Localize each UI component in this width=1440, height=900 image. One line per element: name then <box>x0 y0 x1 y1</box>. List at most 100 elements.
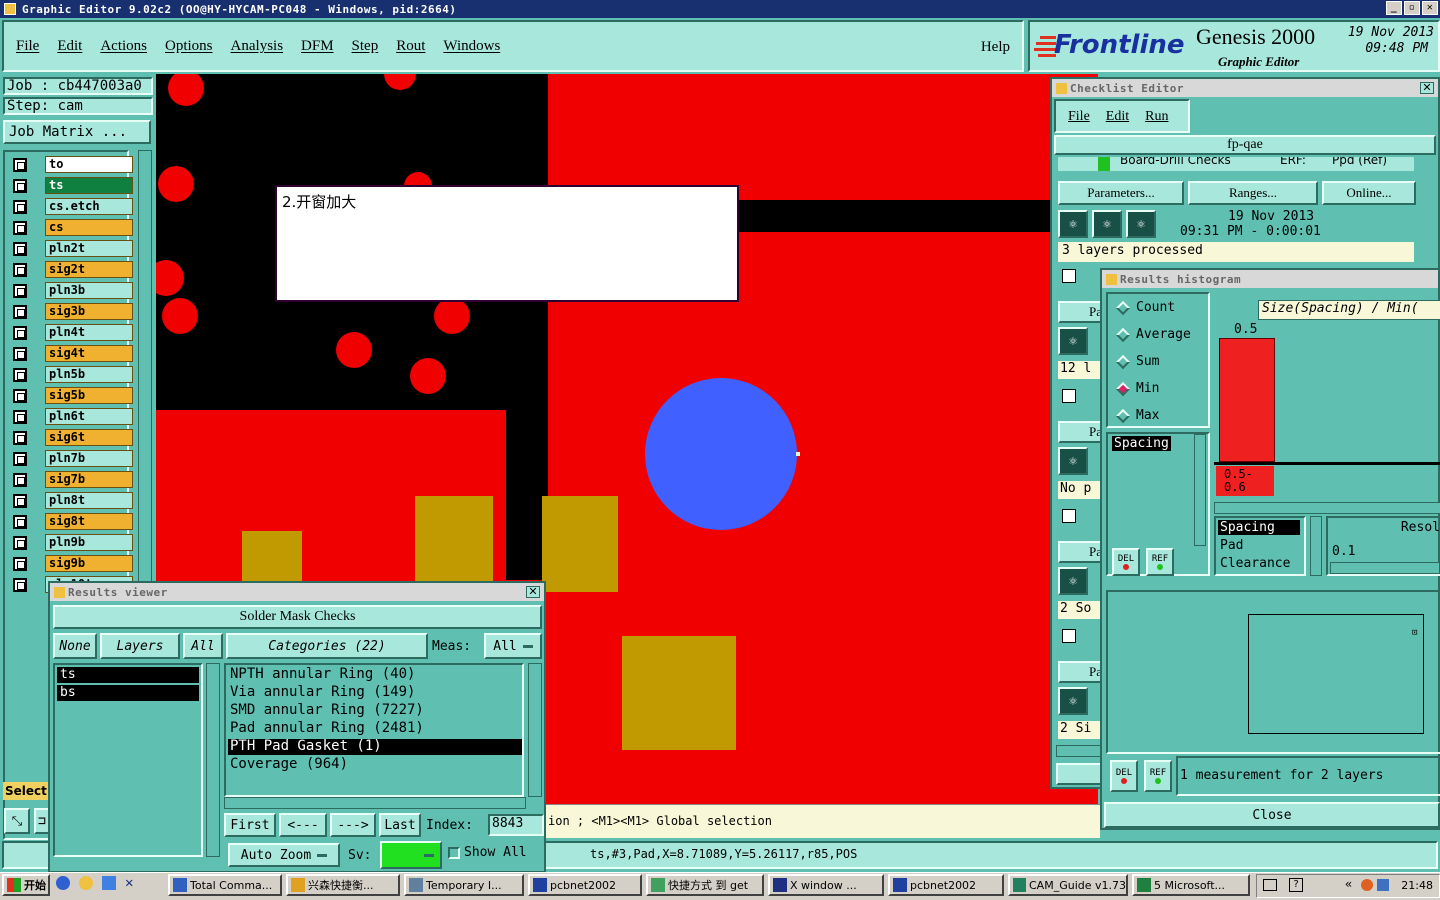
run-check-icon[interactable]: ⚛ <box>1058 447 1088 475</box>
histogram-hscrollbar[interactable] <box>1214 502 1440 514</box>
run-check-icon[interactable]: ⚛ <box>1126 210 1156 238</box>
result-layer-item[interactable]: ts <box>57 667 199 683</box>
last-button[interactable]: Last <box>379 813 421 837</box>
layer-row[interactable]: pln8t <box>13 492 133 510</box>
radio-icon[interactable] <box>1115 300 1131 316</box>
layer-name[interactable]: to <box>45 156 133 173</box>
del-button[interactable]: DEL <box>1110 760 1138 792</box>
via-pad[interactable] <box>336 332 372 368</box>
stat-option-sum[interactable]: Sum <box>1108 352 1208 372</box>
run-check-icon[interactable]: ⚛ <box>1058 567 1088 595</box>
layer-name[interactable]: pln4t <box>45 324 133 341</box>
bin-label[interactable]: 0.5- 0.6 <box>1216 466 1274 496</box>
show-all-checkbox[interactable] <box>448 847 460 859</box>
ref-button[interactable]: REF <box>1146 548 1174 576</box>
type-item[interactable]: Spacing <box>1218 520 1300 535</box>
layer-name[interactable]: sig5b <box>45 387 133 404</box>
auto-zoom-select[interactable]: Auto Zoom <box>228 843 340 867</box>
layer-row[interactable]: cs.etch <box>13 198 133 216</box>
layer-checkbox[interactable] <box>13 557 27 571</box>
start-button[interactable]: 开始 <box>2 874 50 896</box>
checklist-button[interactable] <box>1056 763 1102 785</box>
layer-row[interactable]: to <box>13 156 133 174</box>
tray-expand-icon[interactable]: « <box>1345 877 1352 891</box>
zoom-tool-icon[interactable]: ⤡ <box>4 808 30 834</box>
layer-row[interactable]: cs <box>13 219 133 237</box>
layer-row[interactable]: pln5b <box>13 366 133 384</box>
layer-name[interactable]: sig9b <box>45 555 133 572</box>
layer-name[interactable]: sig7b <box>45 471 133 488</box>
histogram-bar[interactable] <box>1219 338 1275 462</box>
layer-name[interactable]: pln8t <box>45 492 133 509</box>
layer-checkbox[interactable] <box>13 200 27 214</box>
histogram-close-button[interactable]: Close <box>1104 802 1440 828</box>
layer-row[interactable]: sig3b <box>13 303 133 321</box>
layer-row[interactable]: pln3b <box>13 282 133 300</box>
checklist-close-icon[interactable]: ✕ <box>1420 82 1434 94</box>
layer-row[interactable]: pln4t <box>13 324 133 342</box>
type-list-scrollbar[interactable] <box>1310 516 1322 576</box>
check-select-box[interactable] <box>1062 389 1076 403</box>
maximize-button[interactable]: ▫ <box>1404 1 1420 15</box>
x-icon[interactable]: ✕ <box>125 876 139 890</box>
result-layer-item[interactable]: bs <box>57 685 199 701</box>
via-pad[interactable] <box>410 358 446 394</box>
menu-windows[interactable]: Windows <box>443 38 500 55</box>
layer-row[interactable]: sig6t <box>13 429 133 447</box>
layer-name[interactable]: pln5b <box>45 366 133 383</box>
taskbar-item[interactable]: 兴森快捷衡... <box>286 874 400 896</box>
prev-button[interactable]: <--- <box>279 813 327 837</box>
layer-row[interactable]: sig9b <box>13 555 133 573</box>
ie-icon[interactable] <box>56 876 70 890</box>
run-check-icon[interactable]: ⚛ <box>1092 210 1122 238</box>
layer-checkbox[interactable] <box>13 452 27 466</box>
category-item[interactable]: Pad annular Ring (2481) <box>228 721 522 737</box>
params-button-partial[interactable]: Pa <box>1058 541 1106 563</box>
menu-options[interactable]: Options <box>165 38 213 55</box>
menu-edit[interactable]: Edit <box>57 38 82 55</box>
check-select-box[interactable] <box>1062 269 1076 283</box>
app-icon[interactable] <box>102 876 116 890</box>
layer-row[interactable]: pln9b <box>13 534 133 552</box>
layer-checkbox[interactable] <box>13 179 27 193</box>
help-menu[interactable]: Help <box>981 39 1010 56</box>
category-item[interactable]: Coverage (964) <box>228 757 522 773</box>
via-pad[interactable] <box>434 298 470 334</box>
category-item[interactable]: NPTH annular Ring (40) <box>228 667 522 683</box>
stat-option-count[interactable]: Count <box>1108 298 1208 318</box>
layer-checkbox[interactable] <box>13 578 27 592</box>
category-item[interactable]: PTH Pad Gasket (1) <box>228 739 522 755</box>
category-scrollbar[interactable] <box>528 663 542 797</box>
via-pad[interactable] <box>162 298 198 334</box>
stat-option-max[interactable]: Max <box>1108 406 1208 426</box>
category-item[interactable]: SMD annular Ring (7227) <box>228 703 522 719</box>
type-item[interactable]: Clearance <box>1218 556 1292 571</box>
layer-row[interactable]: sig4t <box>13 345 133 363</box>
menu-rout[interactable]: Rout <box>396 38 425 55</box>
menu-analysis[interactable]: Analysis <box>231 38 284 55</box>
radio-icon[interactable] <box>1115 381 1131 397</box>
resolution-slider[interactable] <box>1330 562 1440 574</box>
layer-checkbox[interactable] <box>13 473 27 487</box>
type-item[interactable]: Pad <box>1218 538 1245 553</box>
all-layers-button[interactable]: All <box>183 633 223 659</box>
layer-row[interactable]: sig8t <box>13 513 133 531</box>
layer-checkbox[interactable] <box>13 431 27 445</box>
job-matrix-button[interactable]: Job Matrix ... <box>3 120 151 144</box>
results-viewer-close-icon[interactable]: ✕ <box>526 586 540 598</box>
selected-pth-pad[interactable] <box>645 378 797 530</box>
layer-row[interactable]: sig7b <box>13 471 133 489</box>
layer-name[interactable]: pln6t <box>45 408 133 425</box>
check-select-box[interactable] <box>1062 509 1076 523</box>
category-item[interactable]: Via annular Ring (149) <box>228 685 522 701</box>
menu-step[interactable]: Step <box>352 38 379 55</box>
checklist-menu-edit[interactable]: Edit <box>1106 109 1129 125</box>
first-button[interactable]: First <box>224 813 276 837</box>
next-button[interactable]: ---> <box>330 813 376 837</box>
menu-actions[interactable]: Actions <box>100 38 147 55</box>
category-list[interactable]: NPTH annular Ring (40) Via annular Ring (… <box>224 663 524 797</box>
smd-pad[interactable] <box>622 636 736 750</box>
layer-checkbox[interactable] <box>13 347 27 361</box>
layer-row[interactable]: pln2t <box>13 240 133 258</box>
check-select-box[interactable] <box>1062 629 1076 643</box>
